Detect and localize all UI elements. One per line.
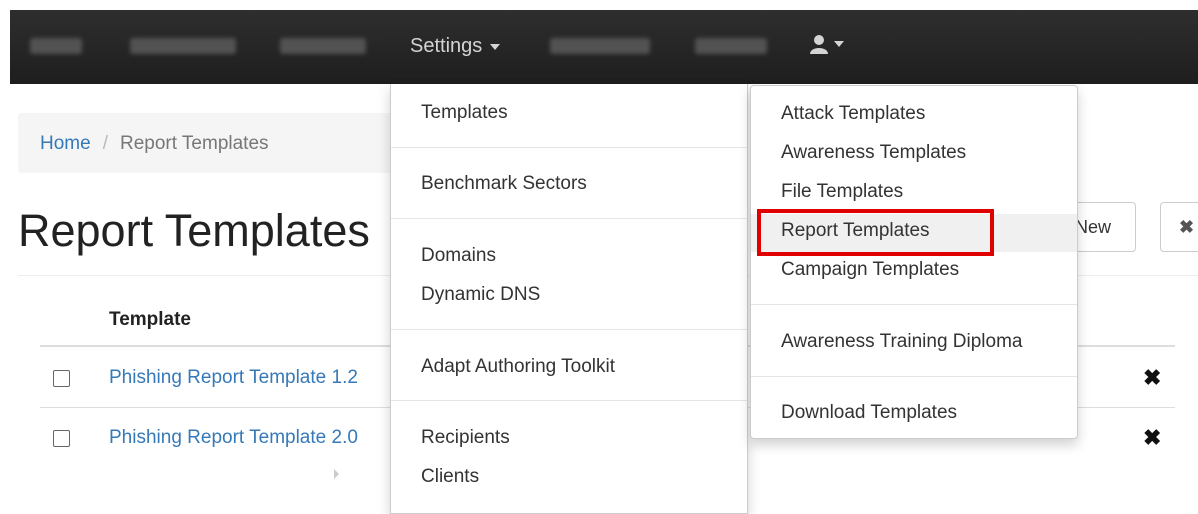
submenu-item-attack-templates[interactable]: Attack Templates (781, 103, 925, 125)
breadcrumb: Home / Report Templates (18, 113, 438, 173)
breadcrumb-separator: / (102, 133, 108, 154)
menu-divider (751, 304, 1077, 305)
top-navbar: Settings (10, 10, 1198, 84)
menu-item-recipients[interactable]: Recipients (421, 427, 510, 449)
user-menu[interactable] (810, 32, 844, 55)
nav-item-blurred-3[interactable] (550, 38, 650, 54)
nav-item-settings[interactable]: Settings (410, 35, 501, 58)
breadcrumb-current: Report Templates (119, 133, 269, 154)
menu-divider (391, 218, 747, 219)
menu-item-templates[interactable]: Templates (421, 102, 508, 124)
menu-divider (391, 329, 747, 330)
menu-item-adapt-authoring-toolkit[interactable]: Adapt Authoring Toolkit (421, 356, 615, 378)
submenu-item-campaign-templates[interactable]: Campaign Templates (781, 259, 959, 281)
submenu-chevron-right-icon (334, 469, 339, 479)
menu-divider (391, 147, 747, 148)
nav-item-blurred-1[interactable] (130, 38, 236, 54)
caret-down-icon (490, 43, 501, 50)
breadcrumb-home-link[interactable]: Home (40, 133, 91, 154)
menu-item-domains[interactable]: Domains (421, 245, 496, 267)
delete-row-icon[interactable]: ✖ (1143, 425, 1161, 451)
menu-divider (391, 400, 747, 401)
submenu-item-awareness-training-diploma[interactable]: Awareness Training Diploma (781, 331, 1023, 353)
menu-item-benchmark-sectors[interactable]: Benchmark Sectors (421, 173, 587, 195)
table-row-link[interactable]: Phishing Report Template 1.2 (109, 367, 358, 389)
submenu-item-report-templates[interactable]: Report Templates (781, 220, 930, 242)
page-title: Report Templates (18, 205, 370, 256)
submenu-item-awareness-templates[interactable]: Awareness Templates (781, 142, 966, 164)
brand-logo[interactable] (30, 38, 82, 54)
delete-selected-button[interactable]: ✖ (1160, 202, 1198, 252)
delete-row-icon[interactable]: ✖ (1143, 365, 1161, 391)
table-row-link[interactable]: Phishing Report Template 2.0 (109, 427, 358, 449)
nav-item-blurred-2[interactable] (280, 38, 366, 54)
user-icon (810, 34, 828, 54)
submenu-item-file-templates[interactable]: File Templates (781, 181, 903, 203)
submenu-item-download-templates[interactable]: Download Templates (781, 402, 957, 424)
menu-item-clients[interactable]: Clients (421, 466, 479, 488)
row-checkbox[interactable] (53, 430, 70, 447)
menu-item-dynamic-dns[interactable]: Dynamic DNS (421, 284, 540, 306)
row-checkbox[interactable] (53, 370, 70, 387)
nav-item-blurred-4[interactable] (695, 38, 767, 54)
templates-submenu: Attack Templates Awareness Templates Fil… (750, 85, 1078, 439)
settings-dropdown-menu: Templates Benchmark Sectors Domains Dyna… (390, 84, 748, 514)
menu-divider (751, 376, 1077, 377)
column-header-template[interactable]: Template (109, 309, 191, 331)
caret-down-icon (834, 40, 844, 47)
nav-settings-label: Settings (410, 35, 483, 57)
